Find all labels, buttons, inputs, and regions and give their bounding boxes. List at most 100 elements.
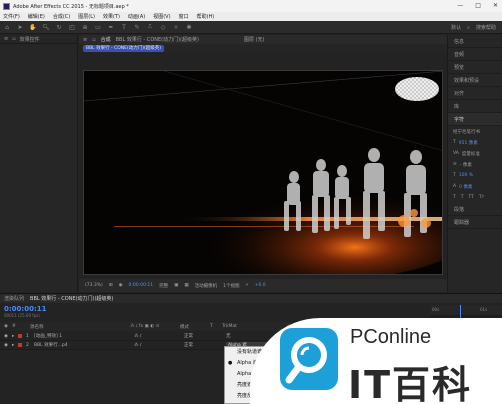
layer-switches-icon[interactable]: ⁂ ∕ [134,343,184,348]
ruler-label: 00s [432,307,440,312]
effect-controls-tab[interactable]: ≡ ▫ 效果控件 [0,35,77,44]
paragraph-panel-tab[interactable]: 段落 [448,203,502,216]
col-av-icon[interactable]: ◉ [0,324,12,329]
lock-icon[interactable]: ▫ [12,36,15,42]
italic-style-icon[interactable]: T [461,195,464,200]
menu-icon[interactable]: ≡ [83,37,87,43]
layer-tab[interactable]: 图层 (无) [244,36,265,43]
baseline-shift-row[interactable]: A0 像素 [448,181,502,192]
app-icon [3,2,10,10]
roto-tool-icon[interactable]: ✧ [172,23,180,31]
menu-effect[interactable]: 效果(T) [103,13,120,20]
render-queue-tab[interactable]: 渲染队列 [4,295,24,302]
composition-tab-label[interactable]: 合成 [101,36,111,43]
character-panel-tab[interactable]: 字符 [448,113,502,126]
info-panel-tab[interactable]: 信息 [448,35,502,48]
composition-viewer[interactable] [83,70,443,275]
rotate-tool-icon[interactable]: ↻ [55,23,63,31]
exposure-value[interactable]: +0.0 [255,283,266,288]
layer-mode-select[interactable]: 正常 [184,342,214,348]
camera-select[interactable]: 活动摄像机 [195,283,218,289]
resolution-select[interactable]: 完整 [159,283,168,289]
preview-panel-tab[interactable]: 预览 [448,61,502,74]
search-help-field[interactable]: 搜索帮助 [476,24,496,31]
minimize-button[interactable]: — [457,2,463,9]
layer-switches-icon[interactable]: ⁂ ∕ [134,334,184,339]
comp-timeline-tab[interactable]: BBL 效果行 - CONE(动力门)(超级英) [30,295,113,302]
layer-name[interactable]: BBL 效果行...p4 [34,342,134,348]
camera-tool-icon[interactable]: ◰ [68,23,76,31]
search-icon[interactable]: ⌕ [467,25,470,31]
shape-tool-icon[interactable]: ▭ [94,23,102,31]
menu-window[interactable]: 窗口 [179,13,189,20]
eye-icon[interactable]: ◉ [0,334,12,339]
effects-presets-tab[interactable]: 效果和预设 [448,74,502,87]
transparency-grid-icon[interactable]: ▦ [184,283,188,288]
camera-snapshot-icon[interactable]: ◉ [119,283,123,288]
col-num: # [12,324,16,329]
right-panel: 信息 音频 预览 效果和预设 对齐 库 字符 经宁毛笔行书 T 951 像素 VA… [447,35,502,292]
stamp-tool-icon[interactable]: ⎍ [146,23,154,31]
selection-tool-icon[interactable]: ➤ [16,23,24,31]
comp-lock-icon[interactable]: ▫ [92,37,95,43]
bold-style-icon[interactable]: T [453,195,456,200]
menu-layer[interactable]: 图层(L) [78,13,95,20]
kerning-row[interactable]: VA 度量标准 [448,148,502,159]
composition-pill[interactable]: BBL 效果行 - CONE(动力门)(超级英) [83,45,165,52]
timeline-current-time[interactable]: 0:00:00:11 [4,305,47,313]
menu-composition[interactable]: 合成(C) [53,13,70,20]
vertical-scale-row[interactable]: T 100 % [448,170,502,181]
effect-controls-panel: ≡ ▫ 效果控件 [0,35,78,292]
smallcaps-style-icon[interactable]: Tᴛ [479,195,484,200]
menu-view[interactable]: 视图(V) [153,13,170,20]
time-ruler[interactable]: 00s 01s [430,305,502,315]
allcaps-style-icon[interactable]: TT [469,195,474,200]
puppet-tool-icon[interactable]: ✱ [185,23,193,31]
align-panel-tab[interactable]: 对齐 [448,87,502,100]
home-icon[interactable]: ⌂ [3,23,11,31]
library-panel-tab[interactable]: 库 [448,100,502,113]
roi-icon[interactable]: ▣ [174,283,178,288]
close-button[interactable]: ✕ [493,2,498,9]
pan-behind-tool-icon[interactable]: ⊕ [81,23,89,31]
current-time[interactable]: 0:00:00:11 [129,283,154,288]
label-color-swatch[interactable] [18,334,22,338]
audio-panel-tab[interactable]: 音频 [448,48,502,61]
menu-file[interactable]: 文件(F) [3,13,20,20]
col-source-name[interactable]: 源名称 [30,324,130,330]
menu-help[interactable]: 帮助(H) [197,13,215,20]
menu-edit[interactable]: 编辑(E) [28,13,45,20]
menu-icon[interactable]: ≡ [4,36,8,42]
hand-tool-icon[interactable]: ✋ [29,23,37,31]
col-mode[interactable]: 模式 [180,324,210,330]
watermark-brand: PConline [350,326,432,348]
zoom-tool-icon[interactable]: 🔍︎ [42,23,50,31]
menu-animation[interactable]: 动画(A) [128,13,145,20]
views-select[interactable]: 1个视图 [223,283,239,289]
col-trkmat[interactable]: TrkMat [222,324,267,329]
composition-breadcrumb: BBL 效果行 - CONE(动力门)(超级英) [79,44,447,53]
fast-preview-icon[interactable]: ⚡ [246,283,249,288]
brush-tool-icon[interactable]: ✎ [133,23,141,31]
font-size-row[interactable]: T 951 像素 [448,137,502,148]
maximize-button[interactable]: □ [475,2,481,9]
type-tool-icon[interactable]: T [120,23,128,31]
composition-tab-name[interactable]: BBL 效果行 - CONE(动力门)(超级英) [116,36,199,43]
eraser-tool-icon[interactable]: ◇ [159,23,167,31]
label-color-swatch[interactable] [18,343,22,347]
layer-trkmat-select[interactable]: 无 [226,333,271,339]
zoom-level[interactable]: (73.3%) [85,283,103,288]
viewer-render [84,71,442,274]
tracker-panel-tab[interactable]: 跟踪器 [448,216,502,229]
leading-row[interactable]: ≡ - 像素 [448,159,502,170]
pen-tool-icon[interactable]: ✒ [107,23,115,31]
workspace-label[interactable]: 默认 [451,24,461,31]
layer-name[interactable]: [动画_特效] 1 [34,333,134,339]
font-family-select[interactable]: 经宁毛笔行书 [448,126,502,137]
magnifier-logo-icon [280,328,338,390]
grid-icon[interactable]: ⊞ [109,283,113,288]
eye-icon[interactable]: ◉ [0,343,12,348]
composition-tab-bar: ≡ ▫ 合成 BBL 效果行 - CONE(动力门)(超级英) 图层 (无) [79,35,447,44]
layer-mode-select[interactable]: 正常 [184,333,214,339]
viewer-controls: (73.3%) ⊞ ◉ 0:00:00:11 完整 ▣ ▦ 活动摄像机 1个视图… [79,279,447,292]
